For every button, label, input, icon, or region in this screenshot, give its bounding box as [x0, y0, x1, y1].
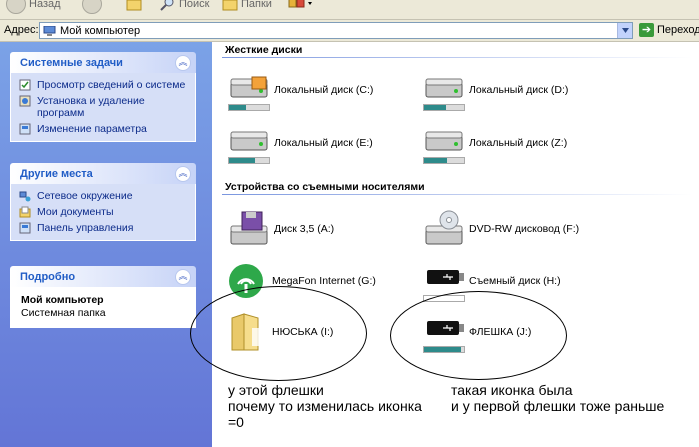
task-change-setting[interactable]: Изменение параметра [19, 123, 187, 135]
drive-a[interactable]: Диск 3,5 (A:) [228, 210, 334, 248]
drive-label: Локальный диск (E:) [274, 137, 373, 149]
hard-disk-icon [230, 131, 268, 151]
other-places-body: Сетевое окружение Мои документы Панель у… [10, 184, 196, 241]
network-icon [19, 191, 31, 202]
folders-icon [222, 0, 238, 11]
search-button[interactable]: Поиск [160, 0, 209, 12]
dvd-drive-icon [425, 210, 463, 245]
group-divider [222, 194, 692, 195]
go-arrow-icon[interactable]: ➔ [639, 23, 654, 37]
drive-e[interactable]: Локальный диск (E:) [228, 128, 373, 164]
hard-disk-icon [230, 76, 268, 98]
address-bar: Адрес: Мой компьютер ➔ Переход [0, 20, 699, 42]
address-field[interactable]: Мой компьютер [39, 22, 633, 39]
system-tasks-body: Просмотр сведений о системе Установка и … [10, 73, 196, 142]
collapse-icon[interactable]: ︽ [175, 269, 191, 285]
toolbar: Назад Поиск Папки [0, 0, 699, 20]
forward-arrow-icon [82, 0, 102, 14]
other-places-header[interactable]: Другие места ︽ [10, 163, 196, 184]
annotation-ellipse-left [190, 286, 367, 381]
computer-icon [43, 25, 56, 36]
annotation-right: такая иконка была и у первой флешки тоже… [451, 382, 665, 414]
address-label: Адрес: [4, 24, 39, 36]
task-view-system-info[interactable]: Просмотр сведений о системе [19, 79, 187, 91]
forward-button[interactable] [82, 0, 105, 14]
back-button[interactable]: Назад [6, 0, 61, 14]
other-places-panel: Другие места ︽ Сетевое окружение Мои док… [10, 163, 196, 241]
address-value: Мой компьютер [60, 24, 141, 37]
address-dropdown-button[interactable] [617, 23, 632, 38]
folders-button[interactable]: Папки [222, 0, 272, 12]
group-title-hard-disks: Жесткие диски [225, 44, 303, 56]
back-arrow-icon [6, 0, 26, 14]
drive-label: Локальный диск (Z:) [469, 137, 568, 149]
drive-label: Диск 3,5 (A:) [274, 223, 335, 235]
drive-z[interactable]: Локальный диск (Z:) [423, 128, 568, 164]
hard-disk-icon [425, 78, 463, 98]
search-icon [160, 0, 174, 11]
collapse-icon[interactable]: ︽ [175, 55, 191, 71]
control-panel-icon [19, 222, 31, 234]
floppy-drive-icon [230, 211, 268, 245]
group-divider [222, 57, 692, 58]
drive-c[interactable]: Локальный диск (C:) [228, 75, 374, 111]
views-button[interactable] [288, 0, 317, 12]
add-remove-icon [19, 95, 31, 107]
usb-flash-icon [427, 270, 464, 284]
task-pane: Системные задачи ︽ Просмотр сведений о с… [0, 42, 212, 447]
details-header[interactable]: Подробно ︽ [10, 266, 196, 287]
hard-disk-icon [425, 131, 463, 151]
drive-label: DVD-RW дисковод (F:) [469, 223, 580, 235]
details-body: Мой компьютер Системная папка [10, 287, 196, 328]
drive-label: MegaFon Internet (G:) [272, 275, 376, 287]
drive-label: Локальный диск (D:) [469, 84, 569, 96]
details-panel: Подробно ︽ Мой компьютер Системная папка [10, 266, 196, 328]
go-button[interactable]: Переход [657, 24, 699, 36]
drive-f[interactable]: DVD-RW дисковод (F:) [423, 210, 579, 248]
drive-label: Локальный диск (C:) [274, 84, 374, 96]
drive-usage-bar [423, 104, 465, 111]
system-tasks-header[interactable]: Системные задачи ︽ [10, 52, 196, 73]
place-control-panel[interactable]: Панель управления [19, 222, 187, 234]
system-info-icon [19, 79, 31, 91]
drive-label: Съемный диск (H:) [469, 275, 561, 287]
details-name: Мой компьютер [21, 294, 104, 306]
views-icon [288, 0, 312, 8]
place-network[interactable]: Сетевое окружение [19, 190, 187, 202]
details-description: Системная папка [21, 307, 106, 319]
drive-d[interactable]: Локальный диск (D:) [423, 75, 569, 111]
collapse-icon[interactable]: ︽ [175, 166, 191, 182]
drive-usage-bar [228, 104, 270, 111]
up-folder-button[interactable] [126, 0, 145, 12]
system-tasks-panel: Системные задачи ︽ Просмотр сведений о с… [10, 52, 196, 142]
drive-usage-bar [423, 157, 465, 164]
place-my-documents[interactable]: Мои документы [19, 206, 187, 218]
chevron-down-icon [621, 28, 629, 33]
documents-folder-icon [19, 206, 31, 218]
annotation-left: у этой флешки почему то изменилась иконк… [228, 382, 422, 430]
folder-up-icon [126, 0, 142, 11]
main-content: Жесткие диски Локальный диск (C:) Локаль… [190, 42, 699, 447]
drive-usage-bar [228, 157, 270, 164]
control-panel-icon [19, 123, 31, 135]
group-title-removable: Устройства со съемными носителями [225, 181, 425, 193]
annotation-ellipse-right [390, 291, 567, 380]
task-add-remove-programs[interactable]: Установка и удаление программ [19, 95, 187, 119]
